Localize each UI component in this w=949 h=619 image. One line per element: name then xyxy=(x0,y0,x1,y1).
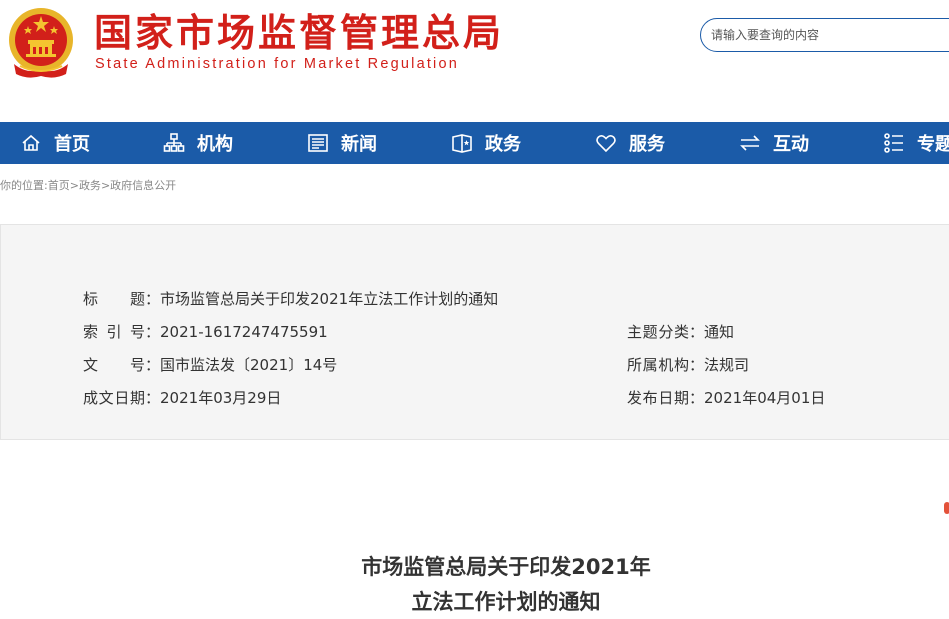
breadcrumb-item-government-affairs[interactable]: 政务 xyxy=(79,177,101,193)
nav-item-government-affairs[interactable]: 政务 xyxy=(451,122,521,164)
breadcrumb-separator: > xyxy=(69,179,79,192)
breadcrumb-item-home[interactable]: 首页 xyxy=(48,177,70,193)
meta-doc-number-row: 文 号：国市监法发〔2021〕14号 xyxy=(83,355,337,375)
nav-label: 新闻 xyxy=(341,134,377,155)
meta-published-date-value: 2021年04月01日 xyxy=(704,389,826,407)
nav-item-home[interactable]: 首页 xyxy=(20,122,90,164)
meta-category-row: 主题分类：通知 xyxy=(627,322,734,342)
nav-label: 服务 xyxy=(629,134,665,155)
heart-icon xyxy=(596,135,616,153)
meta-title-label: 标 题 xyxy=(83,290,145,308)
article-title-line-1: 市场监管总局关于印发2021年 xyxy=(361,555,651,579)
meta-colon: ： xyxy=(689,323,705,341)
nav-item-news[interactable]: 新闻 xyxy=(307,122,377,164)
breadcrumb-separator: > xyxy=(100,179,111,192)
topics-icon xyxy=(884,133,903,153)
meta-colon: ： xyxy=(145,323,161,341)
site-title[interactable]: 国家市场监督管理总局 xyxy=(94,10,504,56)
nav-label: 政务 xyxy=(485,134,521,155)
nav-label: 首页 xyxy=(54,134,90,155)
meta-organization-row: 所属机构：法规司 xyxy=(627,355,749,375)
meta-published-date-row: 发布日期：2021年04月01日 xyxy=(627,388,825,408)
meta-category-label: 主题分类 xyxy=(627,323,689,341)
search-input[interactable] xyxy=(711,25,949,45)
national-emblem-icon[interactable] xyxy=(6,4,76,80)
meta-created-date-row: 成文日期：2021年03月29日 xyxy=(83,388,281,408)
meta-category-value: 通知 xyxy=(704,323,735,341)
site-header: 国家市场监督管理总局 State Administration for Mark… xyxy=(0,0,949,122)
meta-colon: ： xyxy=(145,290,161,308)
meta-colon: ： xyxy=(145,389,161,407)
meta-index-row: 索 引 号：2021-1617247475591 xyxy=(83,322,328,342)
nav-label: 机构 xyxy=(197,134,233,155)
breadcrumb: 你的位置:首页>政务>政府信息公开 xyxy=(0,177,176,193)
meta-created-date-label: 成文日期 xyxy=(83,389,145,407)
meta-colon: ： xyxy=(689,389,705,407)
exchange-arrows-icon xyxy=(740,135,760,151)
meta-colon: ： xyxy=(689,356,705,374)
meta-index-value: 2021-1617247475591 xyxy=(160,323,328,341)
meta-title-value: 市场监管总局关于印发2021年立法工作计划的通知 xyxy=(160,290,499,308)
nav-item-services[interactable]: 服务 xyxy=(595,122,665,164)
nav-item-topics[interactable]: 专题 xyxy=(883,122,949,164)
meta-created-date-value: 2021年03月29日 xyxy=(160,389,282,407)
organization-icon xyxy=(163,133,185,152)
government-affairs-icon xyxy=(452,134,472,153)
search-box[interactable] xyxy=(700,18,949,52)
meta-organization-value: 法规司 xyxy=(704,356,750,374)
site-title-english: State Administration for Market Regulati… xyxy=(95,56,460,72)
meta-published-date-label: 发布日期 xyxy=(627,389,689,407)
main-navigation: 首页 机构 新闻 政务 服务 互动 专题 xyxy=(0,122,949,164)
meta-colon: ： xyxy=(145,356,161,374)
home-icon xyxy=(22,134,40,151)
nav-item-organization[interactable]: 机构 xyxy=(163,122,233,164)
breadcrumb-item-info-disclosure[interactable]: 政府信息公开 xyxy=(110,177,176,193)
meta-doc-number-value: 国市监法发〔2021〕14号 xyxy=(160,356,338,374)
meta-organization-label: 所属机构 xyxy=(627,356,689,374)
meta-doc-number-label: 文 号 xyxy=(83,356,145,374)
meta-index-label: 索 引 号 xyxy=(83,323,145,341)
news-icon xyxy=(308,134,328,152)
nav-label: 互动 xyxy=(773,134,809,155)
breadcrumb-prefix: 你的位置: xyxy=(0,179,48,192)
side-tab-edge[interactable] xyxy=(944,502,949,514)
nav-label: 专题 xyxy=(917,134,949,155)
meta-title-row: 标 题：市场监管总局关于印发2021年立法工作计划的通知 xyxy=(83,289,498,309)
nav-item-interaction[interactable]: 互动 xyxy=(739,122,809,164)
article-title-line-2: 立法工作计划的通知 xyxy=(411,590,601,614)
